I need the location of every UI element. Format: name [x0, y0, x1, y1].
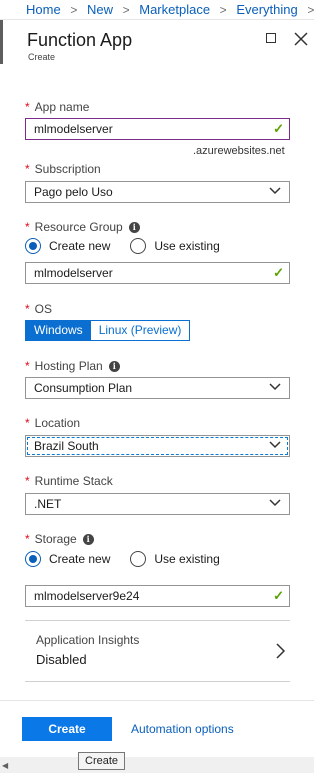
resource-group-radios: Create new Use existing: [25, 238, 220, 254]
resource-group-input[interactable]: mlmodelserver ✓: [25, 262, 290, 284]
required-asterisk: *: [25, 220, 30, 234]
hosting-plan-label-text: Hosting Plan: [34, 359, 103, 373]
page-subtitle: Create: [28, 52, 56, 62]
subscription-value: Pago pelo Uso: [34, 185, 113, 199]
create-new-label: Create new: [49, 239, 111, 253]
location-select[interactable]: Brazil South: [25, 435, 290, 457]
required-asterisk: *: [25, 359, 30, 373]
storage-create-new-radio[interactable]: [25, 551, 41, 567]
chevron-down-icon: [269, 187, 281, 195]
insights-value: Disabled: [36, 652, 87, 667]
breadcrumb: Home > New > Marketplace > Everything > …: [0, 0, 314, 20]
storage-radios: Create new Use existing: [25, 551, 220, 567]
create-tooltip: Create: [78, 752, 126, 770]
os-toggle: Windows Linux (Preview): [25, 320, 191, 341]
chevron-right-icon: >: [122, 3, 130, 17]
breadcrumb-new[interactable]: New: [87, 2, 113, 17]
os-label: * OS: [25, 302, 52, 316]
domain-suffix: .azurewebsites.net: [193, 145, 285, 157]
chevron-right-icon: >: [70, 3, 78, 17]
breadcrumb-home[interactable]: Home: [26, 2, 61, 17]
chevron-down-icon: [269, 383, 281, 391]
location-label-text: Location: [34, 416, 81, 430]
info-icon[interactable]: i: [82, 533, 94, 545]
use-existing-label: Use existing: [154, 239, 220, 253]
app-name-label-text: App name: [34, 100, 90, 114]
info-icon[interactable]: i: [128, 221, 140, 233]
storage-input[interactable]: mlmodelserver9e24 ✓: [25, 585, 290, 607]
subscription-label-text: Subscription: [34, 162, 101, 176]
checkmark-icon: ✓: [273, 121, 284, 136]
hosting-plan-value: Consumption Plan: [34, 381, 133, 395]
info-icon[interactable]: i: [108, 360, 120, 372]
runtime-value: .NET: [34, 497, 62, 511]
storage-value: mlmodelserver9e24: [34, 589, 140, 603]
chevron-down-icon: [269, 441, 281, 449]
os-label-text: OS: [34, 302, 53, 316]
use-existing-label: Use existing: [154, 552, 220, 566]
resource-group-label: * Resource Group i: [25, 220, 140, 234]
resource-group-use-existing-radio[interactable]: [130, 238, 147, 254]
chevron-right-icon: >: [219, 3, 227, 17]
breadcrumb-marketplace[interactable]: Marketplace: [139, 2, 210, 17]
scroll-left-icon[interactable]: ◀: [2, 761, 8, 770]
required-asterisk: *: [25, 416, 30, 430]
storage-use-existing-radio[interactable]: [130, 551, 147, 567]
resource-group-value: mlmodelserver: [34, 266, 113, 280]
required-asterisk: *: [25, 532, 30, 546]
checkmark-icon: ✓: [273, 588, 284, 603]
location-value: Brazil South: [34, 439, 99, 453]
checkmark-icon: ✓: [273, 265, 284, 280]
os-option-windows[interactable]: Windows: [26, 321, 91, 340]
app-name-label: * App name: [25, 100, 89, 114]
chevron-right-icon: [276, 643, 286, 659]
location-label: * Location: [25, 416, 80, 430]
chevron-down-icon: [269, 499, 281, 507]
insights-title: Application Insights: [36, 633, 140, 647]
application-insights-row[interactable]: Application Insights Disabled: [25, 620, 290, 682]
required-asterisk: *: [25, 100, 30, 114]
maximize-icon[interactable]: [265, 32, 279, 46]
chevron-right-icon: >: [307, 3, 314, 17]
subscription-label: * Subscription: [25, 162, 101, 176]
os-option-linux[interactable]: Linux (Preview): [90, 321, 190, 340]
required-asterisk: *: [25, 474, 30, 488]
automation-options-link[interactable]: Automation options: [131, 722, 234, 736]
required-asterisk: *: [25, 162, 30, 176]
storage-label: * Storage i: [25, 532, 94, 546]
subscription-select[interactable]: Pago pelo Uso: [25, 181, 290, 203]
breadcrumb-everything[interactable]: Everything: [236, 2, 297, 17]
app-name-input[interactable]: mlmodelserver ✓: [25, 118, 290, 140]
required-asterisk: *: [25, 302, 30, 316]
horizontal-scrollbar[interactable]: ◀: [0, 757, 314, 773]
create-new-label: Create new: [49, 552, 111, 566]
runtime-select[interactable]: .NET: [25, 493, 290, 515]
create-button[interactable]: Create: [22, 717, 112, 741]
footer-divider: [0, 700, 314, 701]
page-title: Function App: [27, 30, 133, 50]
hosting-plan-label: * Hosting Plan i: [25, 359, 120, 373]
resource-group-create-new-radio[interactable]: [25, 238, 41, 254]
hosting-plan-select[interactable]: Consumption Plan: [25, 377, 290, 399]
runtime-label-text: Runtime Stack: [34, 474, 113, 488]
resource-group-label-text: Resource Group: [34, 220, 123, 234]
close-icon[interactable]: [294, 32, 308, 46]
blade-header: Function App Create: [0, 20, 314, 64]
runtime-label: * Runtime Stack: [25, 474, 113, 488]
app-name-value: mlmodelserver: [34, 122, 113, 136]
storage-label-text: Storage: [34, 532, 77, 546]
